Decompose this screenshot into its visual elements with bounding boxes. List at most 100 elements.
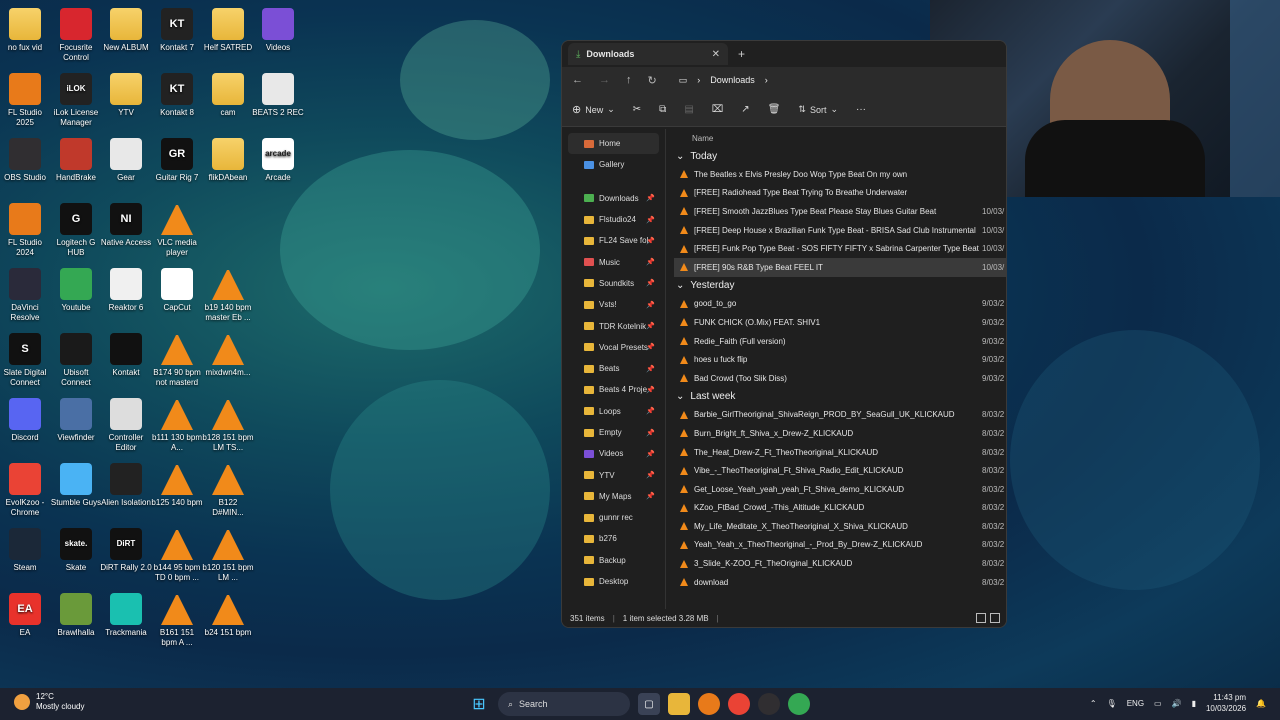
desktop-icon[interactable]: KT Kontakt 8: [151, 73, 203, 118]
desktop-icon[interactable]: b19 140 bpm master Eb ...: [202, 268, 254, 323]
desktop-icon[interactable]: no fux vid: [0, 8, 51, 53]
file-row[interactable]: My_Life_Meditate_X_TheoTheoriginal_X_Shi…: [674, 517, 1006, 536]
desktop-icon[interactable]: Brawlhalla: [50, 593, 102, 638]
file-explorer-icon[interactable]: [668, 693, 690, 715]
desktop-icon[interactable]: Viewfinder: [50, 398, 102, 443]
file-row[interactable]: Get_Loose_Yeah_yeah_yeah_Ft_Shiva_demo_K…: [674, 480, 1006, 499]
search-box[interactable]: ⌕ Search: [498, 692, 630, 716]
sidebar-item[interactable]: Beats 📌: [562, 358, 665, 379]
desktop-icon[interactable]: b111 130 bpm A...: [151, 398, 203, 453]
file-explorer-window[interactable]: ⤓ Downloads ✕ + ← → ↑ ↻ ▭ › Downloads › …: [561, 40, 1007, 628]
file-row[interactable]: FUNK CHICK (O.Mix) FEAT. SHIV1 9/03/2: [674, 313, 1006, 332]
desktop-icon[interactable]: EA EA: [0, 593, 51, 638]
desktop-icon[interactable]: FL Studio 2025: [0, 73, 51, 128]
file-row[interactable]: Yeah_Yeah_x_TheoTheoriginal_-_Prod_By_Dr…: [674, 536, 1006, 555]
desktop-icon[interactable]: Trackmania: [100, 593, 152, 638]
sort-button[interactable]: ⇅ Sort ⌄: [798, 104, 838, 115]
notification-icon[interactable]: 🔔: [1256, 699, 1266, 708]
sidebar-item[interactable]: Music 📌: [562, 251, 665, 272]
share-icon[interactable]: ↗: [741, 104, 749, 115]
file-row[interactable]: good_to_go 9/03/2: [674, 295, 1006, 314]
file-row[interactable]: KZoo_FtBad_Crowd_-This_Altitude_KLICKAUD…: [674, 499, 1006, 518]
desktop-icon[interactable]: Kontakt: [100, 333, 152, 378]
flstudio-icon[interactable]: [698, 693, 720, 715]
desktop-icon[interactable]: Helf SATRED: [202, 8, 254, 53]
desktop-icon[interactable]: New ALBUM: [100, 8, 152, 53]
desktop-icon[interactable]: b120 151 bpm LM ...: [202, 528, 254, 583]
sidebar-item[interactable]: Desktop: [562, 571, 665, 592]
desktop-icon[interactable]: b144 95 bpm TD 0 bpm ...: [151, 528, 203, 583]
delete-icon[interactable]: 🗑: [768, 104, 781, 115]
forward-icon[interactable]: →: [599, 74, 610, 86]
rename-icon[interactable]: ⌧: [712, 104, 724, 115]
sidebar-item[interactable]: Home: [568, 133, 659, 155]
desktop-icon[interactable]: HandBrake: [50, 138, 102, 183]
sidebar-item[interactable]: Soundkits 📌: [562, 273, 665, 294]
group-header[interactable]: ⌄ Last week: [674, 388, 1006, 406]
close-icon[interactable]: ✕: [712, 49, 720, 60]
column-header-name[interactable]: Name: [674, 129, 1006, 147]
desktop-icon[interactable]: OBS Studio: [0, 138, 51, 183]
group-header[interactable]: ⌄ Today: [674, 147, 1006, 165]
desktop-icon[interactable]: b128 151 bpm LM TS...: [202, 398, 254, 453]
sidebar-item[interactable]: FL24 Save fol 📌: [562, 230, 665, 251]
desktop-icon[interactable]: Focusrite Control: [50, 8, 102, 63]
desktop-icon[interactable]: FL Studio 2024: [0, 203, 51, 258]
sidebar-item[interactable]: YTV 📌: [562, 464, 665, 485]
sidebar-item[interactable]: My Maps 📌: [562, 486, 665, 507]
sidebar-item[interactable]: TDR Kotelnik 📌: [562, 315, 665, 336]
desktop-icon[interactable]: flikDAbean: [202, 138, 254, 183]
desktop-icon[interactable]: CapCut: [151, 268, 203, 313]
sidebar-item[interactable]: gunnr rec: [562, 507, 665, 528]
group-header[interactable]: ⌄ Yesterday: [674, 277, 1006, 295]
desktop-icon[interactable]: cam: [202, 73, 254, 118]
refresh-icon[interactable]: ↻: [648, 74, 657, 87]
desktop-icon[interactable]: DiRT DiRT Rally 2.0: [100, 528, 152, 573]
desktop-icon[interactable]: B122 D#MIN...: [202, 463, 254, 518]
new-button[interactable]: ⊕ New ⌄: [572, 103, 615, 116]
desktop-icon[interactable]: B161 151 bpm A ...: [151, 593, 203, 648]
more-icon[interactable]: ···: [856, 104, 866, 115]
file-row[interactable]: The Beatles x Elvis Presley Doo Wop Type…: [674, 165, 1006, 184]
sidebar-item[interactable]: Flstudio24 📌: [562, 209, 665, 230]
file-row[interactable]: Vibe_-_TheoTheoriginal_Ft_Shiva_Radio_Ed…: [674, 461, 1006, 480]
desktop-icon[interactable]: YTV: [100, 73, 152, 118]
desktop-icon[interactable]: VLC media player: [151, 203, 203, 258]
sidebar-item[interactable]: Loops 📌: [562, 401, 665, 422]
clock[interactable]: 11:43 pm 10/03/2026: [1206, 692, 1246, 714]
breadcrumb[interactable]: Downloads: [710, 75, 755, 85]
sidebar-item[interactable]: Vsts! 📌: [562, 294, 665, 315]
desktop-icon[interactable]: iLOK iLok License Manager: [50, 73, 102, 128]
battery-icon[interactable]: ▮: [1192, 699, 1196, 708]
desktop-icon[interactable]: Ubisoft Connect: [50, 333, 102, 388]
up-icon[interactable]: ↑: [626, 74, 632, 86]
file-row[interactable]: [FREE] Smooth JazzBlues Type Beat Please…: [674, 202, 1006, 221]
paste-icon[interactable]: ▤: [684, 104, 693, 115]
sidebar-item[interactable]: b276: [562, 528, 665, 549]
desktop-icon[interactable]: DaVinci Resolve: [0, 268, 51, 323]
file-row[interactable]: [FREE] 90s R&B Type Beat FEEL IT 10/03/: [674, 257, 1006, 277]
desktop-icon[interactable]: Alien Isolation: [100, 463, 152, 508]
desktop-icon[interactable]: Discord: [0, 398, 51, 443]
sidebar-item[interactable]: Empty 📌: [562, 422, 665, 443]
desktop-icon[interactable]: skate. Skate: [50, 528, 102, 573]
microphone-icon[interactable]: 🎙: [1107, 699, 1117, 708]
volume-icon[interactable]: 🔊: [1172, 699, 1182, 708]
desktop-icon[interactable]: GR Guitar Rig 7: [151, 138, 203, 183]
file-row[interactable]: Bad Crowd (Too Slik Diss) 9/03/2: [674, 369, 1006, 388]
chrome-icon[interactable]: [728, 693, 750, 715]
desktop-icon[interactable]: Gear: [100, 138, 152, 183]
desktop-icon[interactable]: Controller Editor: [100, 398, 152, 453]
desktop-icon[interactable]: BEATS 2 REC: [252, 73, 304, 118]
desktop-icon[interactable]: NI Native Access: [100, 203, 152, 248]
obs-icon[interactable]: [758, 693, 780, 715]
file-row[interactable]: Burn_Bright_ft_Shiva_x_Drew-Z_KLICKAUD 8/…: [674, 424, 1006, 443]
network-icon[interactable]: ▭: [1154, 699, 1162, 708]
file-row[interactable]: Redie_Faith (Full version) 9/03/2: [674, 332, 1006, 351]
file-row[interactable]: The_Heat_Drew-Z_Ft_TheoTheoriginal_KLICK…: [674, 443, 1006, 462]
sidebar-item[interactable]: Downloads 📌: [562, 188, 665, 209]
desktop-icon[interactable]: Videos: [252, 8, 304, 53]
file-row[interactable]: [FREE] Deep House x Brazilian Funk Type …: [674, 221, 1006, 240]
details-view-icon[interactable]: [976, 613, 986, 623]
file-row[interactable]: hoes u fuck flip 9/03/2: [674, 350, 1006, 369]
